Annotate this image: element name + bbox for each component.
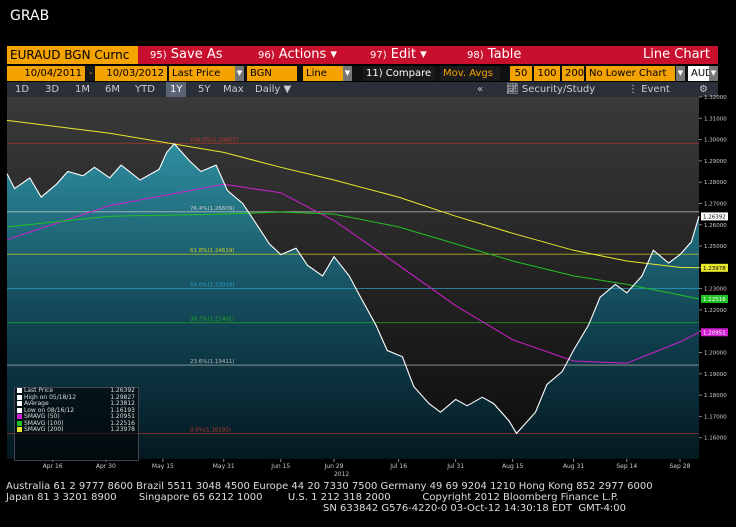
- x-tick-label: Jun 29: [324, 463, 344, 470]
- x-tick-label: May 31: [213, 463, 235, 470]
- y-tick-label: 1.16000: [704, 436, 727, 442]
- x-tick-label: Jun 15: [270, 463, 290, 470]
- y-tick-label: 1.18000: [704, 393, 727, 399]
- y-tick-label: 1.20000: [704, 351, 727, 357]
- legend-swatch: [17, 407, 22, 413]
- fib-label: 0.0%(1.16193): [190, 428, 231, 434]
- fib-label: 100.0%(1.29827): [190, 137, 238, 143]
- x-tick-label: Jul 16: [389, 463, 407, 470]
- y-tick-label: 1.29000: [704, 159, 727, 165]
- x-tick-label: Sep 14: [616, 463, 637, 470]
- y-tick-label: 1.22000: [704, 308, 727, 314]
- last-value-tag-label: 1.26392: [703, 214, 726, 220]
- legend-value: 1.23978: [110, 426, 135, 433]
- x-tick-label: Jul 31: [446, 463, 464, 470]
- legend-label: SMAVG (200): [24, 426, 64, 433]
- y-tick-label: 1.23000: [704, 287, 727, 293]
- legend-item: SMAVG (200) 1.23978: [15, 426, 138, 434]
- x-tick-label: May 15: [152, 463, 174, 470]
- y-tick-label: 1.31000: [704, 116, 727, 122]
- y-tick-label: 1.32000: [704, 95, 727, 101]
- y-tick-label: 1.17000: [704, 414, 727, 420]
- y-tick-label: 1.30000: [704, 138, 727, 144]
- legend-swatch: [17, 401, 22, 406]
- x-tick-label: Aug 15: [502, 463, 523, 470]
- fib-label: 23.6%(1.19411): [190, 359, 235, 365]
- y-tick-label: 1.27000: [704, 201, 727, 207]
- fib-label: 38.2%(1.21401): [190, 317, 235, 323]
- legend: Last Price 1.26392 High on 05/18/12 1.29827…: [14, 387, 139, 461]
- footer-line-2: Japan 81 3 3201 8900 Singapore 65 6212 1…: [6, 492, 619, 503]
- fib-label: 50.0%(1.23010): [190, 282, 235, 288]
- y-tick-label: 1.19000: [704, 372, 727, 378]
- x-tick-label: Sep 28: [670, 463, 691, 470]
- fib-label: 76.4%(1.26609): [190, 206, 235, 212]
- fib-label: 61.8%(1.24619): [190, 248, 235, 254]
- footer-line-3: SN 633842 G576-4220-0 03-Oct-12 14:30:18…: [323, 503, 627, 514]
- legend-swatch: [17, 420, 22, 426]
- footer-line-1: Australia 61 2 9777 8600 Brazil 5511 304…: [6, 481, 653, 492]
- legend-swatch: [17, 427, 22, 432]
- y-tick-label: 1.26000: [704, 223, 727, 229]
- legend-swatch: [17, 394, 22, 400]
- y-tick-label: 1.25000: [704, 244, 727, 250]
- last-value-tag-label: 1.22516: [703, 297, 726, 303]
- x-tick-label: Apr 30: [96, 463, 116, 470]
- last-value-tag-label: 1.20951: [703, 330, 726, 336]
- x-tick-label: Aug 31: [563, 463, 584, 470]
- yaxis-background: [699, 97, 729, 459]
- legend-swatch: [17, 414, 22, 419]
- last-value-tag-label: 1.23978: [703, 266, 726, 272]
- legend-swatch: [17, 388, 22, 393]
- x-year-label: 2012: [334, 471, 349, 478]
- y-tick-label: 1.28000: [704, 180, 727, 186]
- x-tick-label: Apr 16: [43, 463, 63, 470]
